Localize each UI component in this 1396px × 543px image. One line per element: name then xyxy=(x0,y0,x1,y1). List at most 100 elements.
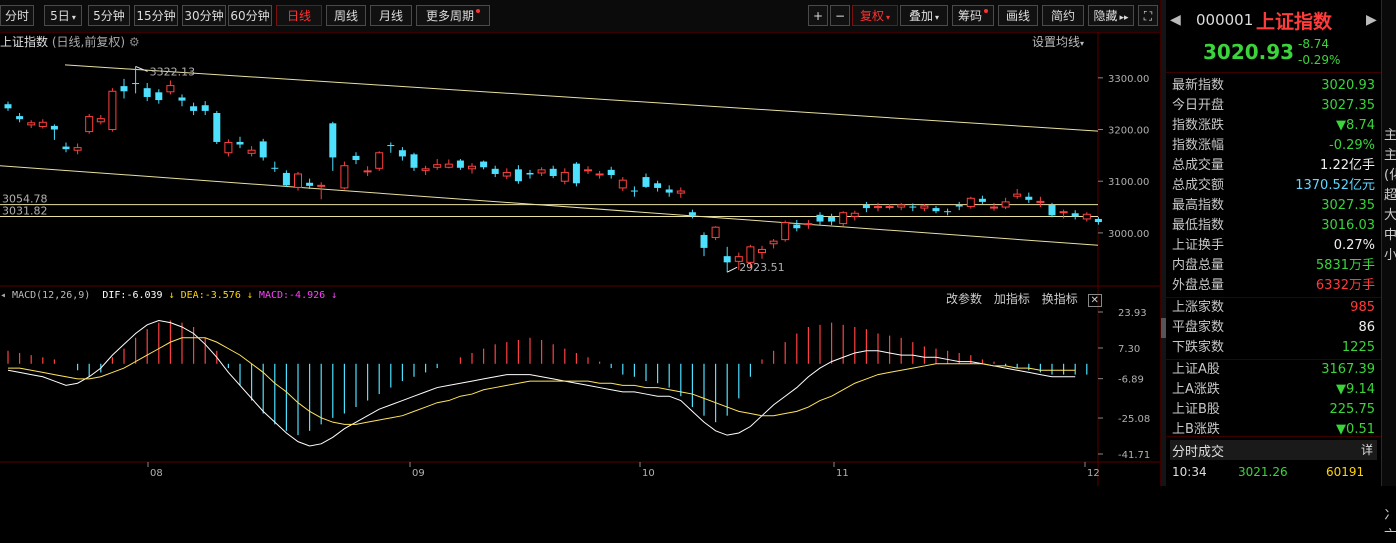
candle-body xyxy=(190,106,198,111)
quote-row-value: -0.29% xyxy=(1329,138,1375,153)
zoom-out-button[interactable]: − xyxy=(830,5,850,26)
candle-body xyxy=(96,118,105,123)
side-tab-label[interactable]: (化 xyxy=(1384,164,1396,183)
side-tab-label[interactable]: 大 xyxy=(1384,204,1396,223)
candle-body xyxy=(630,190,638,192)
side-tab-label[interactable]: 亠 xyxy=(1384,524,1396,543)
fullscreen-icon[interactable]: ⛶ xyxy=(1138,5,1158,26)
stock-name: 上证指数 xyxy=(1256,11,1333,33)
macd-y-tick-label: -41.71 xyxy=(1118,450,1150,461)
quote-row-value: 3016.03 xyxy=(1321,218,1375,233)
candle-body xyxy=(526,172,534,175)
quote-row-value: 985 xyxy=(1350,300,1375,315)
macd-collapse-icon[interactable]: ◂ xyxy=(0,290,12,301)
side-tab-label[interactable]: 主 xyxy=(1384,144,1396,163)
period-tab-5day[interactable]: 5日 ▾ xyxy=(44,5,82,26)
candle-body xyxy=(839,212,848,225)
side-tab-label[interactable]: 小 xyxy=(1384,244,1396,263)
quote-row: 上涨家数 985 xyxy=(1166,298,1381,318)
x-tick-label: 08 xyxy=(150,468,163,479)
adjust-button[interactable]: 复权 ▾ xyxy=(852,5,898,26)
candle-body xyxy=(375,152,384,169)
simple-button[interactable]: 简约 xyxy=(1042,5,1084,26)
candle-body xyxy=(746,246,755,263)
high-label: 3322.13 xyxy=(150,65,196,78)
period-tab-5min[interactable]: 5分钟 xyxy=(88,5,130,26)
quote-row-label: 总成交量 xyxy=(1172,158,1225,173)
side-tab-strip[interactable]: 主主 (化超大中小冫亠 xyxy=(1381,0,1396,543)
zoom-in-button[interactable]: + xyxy=(808,5,828,26)
chevron-down-icon: ▾ xyxy=(71,13,76,22)
quote-row: 最新指数 3020.93 xyxy=(1166,76,1381,96)
chips-button[interactable]: 筹码 xyxy=(952,5,994,26)
y-tick-label: 3300.00 xyxy=(1108,74,1149,85)
quote-row-label: 平盘家数 xyxy=(1172,320,1225,335)
quote-row: 平盘家数 86 xyxy=(1166,318,1381,338)
adjust-button-label: 复权 xyxy=(859,9,884,23)
side-tab-label[interactable]: 中 xyxy=(1384,224,1396,243)
side-tab-label[interactable]: 超 xyxy=(1384,184,1396,203)
candle-body xyxy=(781,222,790,241)
period-tab-15min[interactable]: 15分钟 xyxy=(134,5,178,26)
candle-body xyxy=(166,85,175,93)
side-tab-label[interactable]: 主 xyxy=(1384,124,1396,143)
period-tab-more[interactable]: 更多周期 xyxy=(416,5,490,26)
candle-body xyxy=(607,169,615,176)
quote-row: 指数涨幅 -0.29% xyxy=(1166,136,1381,156)
detail-button[interactable]: 详 xyxy=(1361,441,1373,458)
candle-body xyxy=(816,214,824,222)
switch-indicator-button[interactable]: 换指标 xyxy=(1042,292,1078,306)
candle-body xyxy=(665,189,673,193)
candle-body xyxy=(132,83,140,85)
add-indicator-button[interactable]: 加指标 xyxy=(994,292,1030,306)
change-params-button[interactable]: 改参数 xyxy=(946,292,982,306)
quote-row: 上证换手 0.27% xyxy=(1166,236,1381,256)
quote-row-label: 下跌家数 xyxy=(1172,340,1225,355)
candle-body xyxy=(294,173,302,188)
period-tab-weekly[interactable]: 周线 xyxy=(326,5,366,26)
divider xyxy=(1166,72,1381,73)
candle-body xyxy=(468,165,476,170)
chevron-down-icon: ▾ xyxy=(886,13,891,22)
candle-body xyxy=(850,212,859,217)
close-icon[interactable]: ✕ xyxy=(1087,294,1102,307)
side-tab-label[interactable]: 冫 xyxy=(1384,504,1396,523)
candle-body xyxy=(514,169,522,182)
quote-row-label: 上B涨跌 xyxy=(1172,422,1220,437)
candle-body xyxy=(38,121,47,127)
period-tab-60min[interactable]: 60分钟 xyxy=(228,5,272,26)
period-tab-daily[interactable]: 日线 xyxy=(276,5,322,26)
period-tab-monthly[interactable]: 月线 xyxy=(370,5,412,26)
next-stock-icon[interactable]: ▶ xyxy=(1366,12,1377,28)
kline-chart[interactable]: 3054.783031.82 3322.13 2923.51 3300.00 320… xyxy=(0,32,1160,486)
quote-row-value: 0.27% xyxy=(1333,238,1375,253)
quote-row-label: 最高指数 xyxy=(1172,198,1225,213)
draw-line-button[interactable]: 画线 xyxy=(998,5,1038,26)
macd-y-tick-label: 23.93 xyxy=(1118,308,1147,319)
quote-row: 上A涨跌 ▼9.14 xyxy=(1166,380,1381,400)
overlay-button[interactable]: 叠加 ▾ xyxy=(900,5,948,26)
period-tab-fenshi[interactable]: 分时 xyxy=(0,5,34,26)
quote-row: 最低指数 3016.03 xyxy=(1166,216,1381,236)
macd-panel xyxy=(7,319,1088,447)
hide-button-label: 隐藏 xyxy=(1093,9,1118,23)
high-marker-line xyxy=(135,66,148,72)
candle-body xyxy=(769,240,778,245)
candle-body xyxy=(27,122,36,126)
low-label: 2923.51 xyxy=(739,261,785,274)
candle-body xyxy=(920,205,929,209)
candle-body xyxy=(595,173,604,176)
quote-panel: ◀ 000001 上证指数 ▶ 3020.93 -8.74 -0.29% 最新指… xyxy=(1166,0,1381,486)
period-tab-30min[interactable]: 30分钟 xyxy=(182,5,226,26)
quote-row-value: 3020.93 xyxy=(1321,78,1375,93)
arrow-down-icon: ↓ xyxy=(162,290,181,301)
double-chevron-right-icon: ▸▸ xyxy=(1119,13,1129,23)
prev-stock-icon[interactable]: ◀ xyxy=(1170,12,1181,28)
candle-body xyxy=(421,168,430,171)
price-change: -8.74 xyxy=(1298,37,1330,51)
hide-button[interactable]: 隐藏 ▸▸ xyxy=(1088,5,1134,26)
x-tick-label: 12 xyxy=(1087,468,1100,479)
candle-body xyxy=(480,161,488,168)
candle-body xyxy=(178,97,186,101)
candle-body xyxy=(862,204,870,209)
